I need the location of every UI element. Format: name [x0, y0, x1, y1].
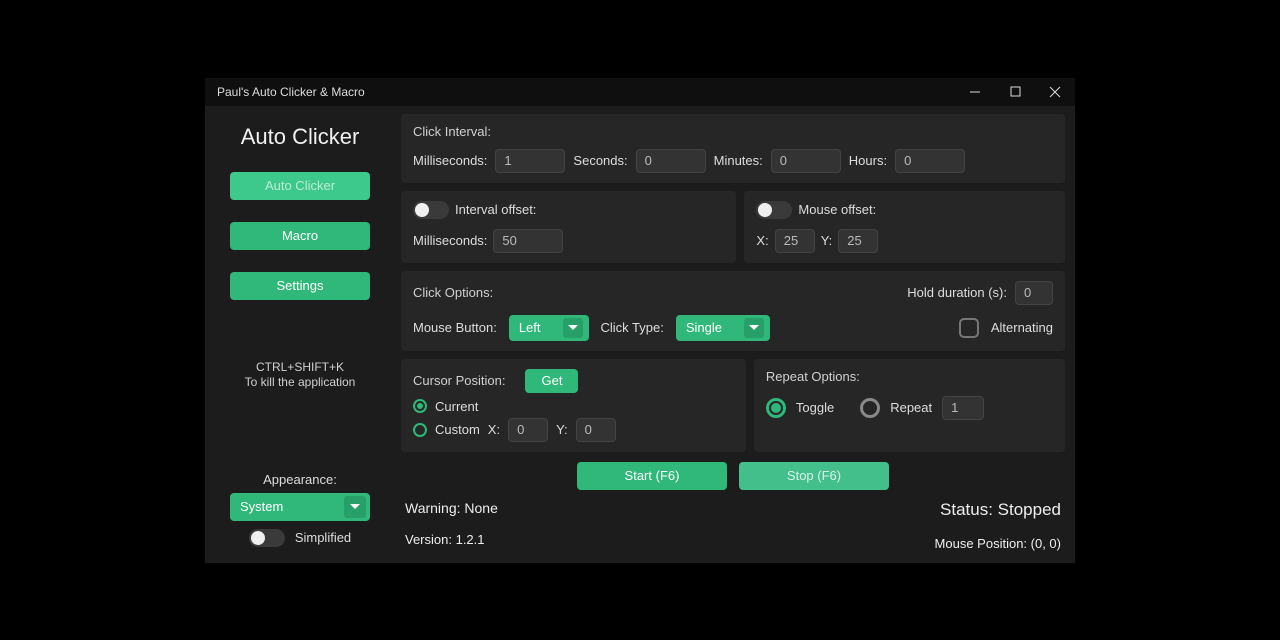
- click-options-title: Click Options:: [413, 285, 493, 300]
- interval-offset-ms-input[interactable]: [493, 229, 563, 253]
- repeat-options-panel: Repeat Options: Toggle Repeat: [754, 359, 1065, 452]
- toggle-radio[interactable]: [766, 398, 786, 418]
- page-title: Auto Clicker: [241, 124, 360, 150]
- minimize-button[interactable]: [955, 78, 995, 106]
- hold-duration-label: Hold duration (s):: [907, 285, 1007, 300]
- sidebar: Auto Clicker Auto Clicker Macro Settings…: [205, 106, 395, 563]
- cursor-custom-label: Custom: [435, 422, 480, 437]
- click-type-select[interactable]: Single: [676, 315, 770, 341]
- window-controls: [955, 78, 1075, 106]
- close-button[interactable]: [1035, 78, 1075, 106]
- cursor-y-input[interactable]: [576, 418, 616, 442]
- click-type-label: Click Type:: [601, 320, 664, 335]
- toggle-label: Toggle: [796, 400, 834, 415]
- repeat-radio[interactable]: [860, 398, 880, 418]
- version-text: Version: 1.2.1: [405, 532, 498, 547]
- sidebar-bottom: Appearance: System Simplified: [215, 472, 385, 553]
- get-position-button[interactable]: Get: [525, 369, 578, 393]
- cursor-current-label: Current: [435, 399, 478, 414]
- mouse-offset-panel: Mouse offset: X: Y:: [744, 191, 1065, 263]
- mouse-offset-y-input[interactable]: [838, 229, 878, 253]
- alternating-checkbox[interactable]: [959, 318, 979, 338]
- nav-settings[interactable]: Settings: [230, 272, 370, 300]
- titlebar: Paul's Auto Clicker & Macro: [205, 78, 1075, 106]
- chevron-down-icon: [563, 318, 583, 338]
- nav-auto-clicker[interactable]: Auto Clicker: [230, 172, 370, 200]
- mouse-offset-title: Mouse offset:: [798, 202, 876, 217]
- status-text: Status: Stopped: [940, 500, 1061, 520]
- mouse-offset-x-label: X:: [756, 233, 768, 248]
- mouse-offset-y-label: Y:: [821, 233, 833, 248]
- mouse-button-value: Left: [519, 320, 541, 335]
- click-interval-title: Click Interval:: [413, 124, 1053, 139]
- footer: Warning: None Version: 1.2.1 Status: Sto…: [401, 498, 1065, 553]
- app-window: Paul's Auto Clicker & Macro Auto Clicker…: [205, 78, 1075, 563]
- mouse-offset-toggle[interactable]: [756, 201, 792, 219]
- cursor-x-input[interactable]: [508, 418, 548, 442]
- ms-input[interactable]: [495, 149, 565, 173]
- click-options-panel: Click Options: Hold duration (s): Mouse …: [401, 271, 1065, 351]
- min-label: Minutes:: [714, 153, 763, 168]
- chevron-down-icon: [344, 496, 366, 518]
- minimize-icon: [969, 86, 981, 98]
- simplified-toggle[interactable]: [249, 529, 285, 547]
- cursor-x-label: X:: [488, 422, 500, 437]
- min-input[interactable]: [771, 149, 841, 173]
- kill-instructions: CTRL+SHIFT+K To kill the application: [245, 360, 356, 391]
- cursor-position-title: Cursor Position:: [413, 373, 505, 388]
- sec-label: Seconds:: [573, 153, 627, 168]
- sec-input[interactable]: [636, 149, 706, 173]
- nav-macro[interactable]: Macro: [230, 222, 370, 250]
- ms-label: Milliseconds:: [413, 153, 487, 168]
- repeat-options-title: Repeat Options:: [766, 369, 1053, 384]
- hold-duration-input[interactable]: [1015, 281, 1053, 305]
- cursor-current-radio[interactable]: [413, 399, 427, 413]
- maximize-button[interactable]: [995, 78, 1035, 106]
- main: Click Interval: Milliseconds: Seconds: M…: [395, 106, 1075, 563]
- window-title: Paul's Auto Clicker & Macro: [205, 85, 955, 99]
- start-button[interactable]: Start (F6): [577, 462, 727, 490]
- cursor-custom-radio[interactable]: [413, 423, 427, 437]
- cursor-y-label: Y:: [556, 422, 568, 437]
- repeat-label: Repeat: [890, 400, 932, 415]
- close-icon: [1049, 86, 1061, 98]
- kill-text: To kill the application: [245, 375, 356, 391]
- mouse-offset-x-input[interactable]: [775, 229, 815, 253]
- mouse-position-text: Mouse Position: (0, 0): [935, 536, 1061, 551]
- appearance-value: System: [240, 499, 283, 514]
- interval-offset-panel: Interval offset: Milliseconds:: [401, 191, 736, 263]
- warning-text: Warning: None: [405, 500, 498, 516]
- mouse-button-label: Mouse Button:: [413, 320, 497, 335]
- click-type-value: Single: [686, 320, 722, 335]
- click-interval-panel: Click Interval: Milliseconds: Seconds: M…: [401, 114, 1065, 183]
- mouse-button-select[interactable]: Left: [509, 315, 589, 341]
- content: Auto Clicker Auto Clicker Macro Settings…: [205, 106, 1075, 563]
- appearance-label: Appearance:: [215, 472, 385, 487]
- chevron-down-icon: [744, 318, 764, 338]
- stop-button[interactable]: Stop (F6): [739, 462, 889, 490]
- interval-offset-title: Interval offset:: [455, 202, 536, 217]
- hr-input[interactable]: [895, 149, 965, 173]
- cursor-position-panel: Cursor Position: Get Current Custom X: Y…: [401, 359, 746, 452]
- repeat-count-input[interactable]: [942, 396, 984, 420]
- simplified-label: Simplified: [295, 530, 351, 545]
- appearance-select[interactable]: System: [230, 493, 370, 521]
- maximize-icon: [1010, 86, 1021, 97]
- interval-offset-toggle[interactable]: [413, 201, 449, 219]
- action-buttons: Start (F6) Stop (F6): [401, 462, 1065, 490]
- interval-offset-ms-label: Milliseconds:: [413, 233, 487, 248]
- alternating-label: Alternating: [991, 320, 1053, 335]
- hr-label: Hours:: [849, 153, 887, 168]
- kill-hotkey: CTRL+SHIFT+K: [245, 360, 356, 376]
